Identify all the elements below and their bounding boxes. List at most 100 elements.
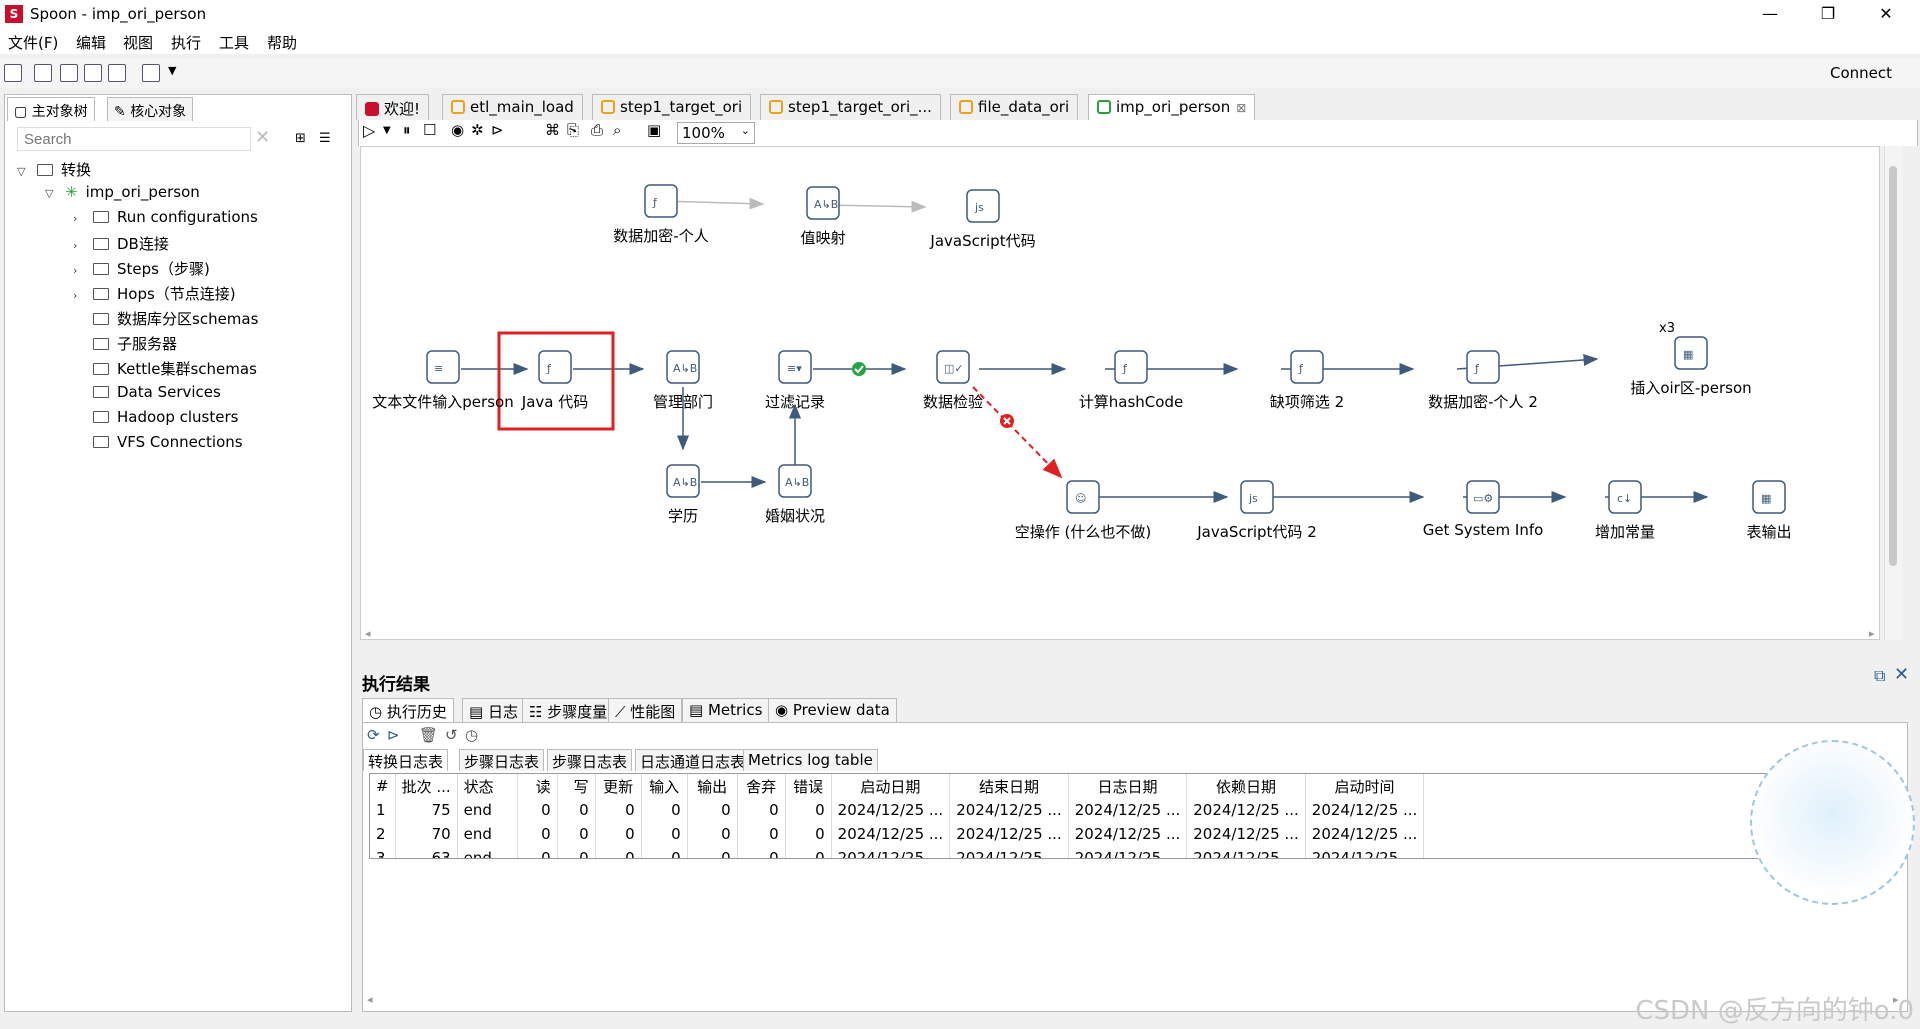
column-header[interactable]: 启动日期	[831, 774, 951, 798]
run-icon[interactable]: ▷	[363, 121, 375, 140]
subtab-step-log-2[interactable]: 步骤日志表	[547, 749, 633, 771]
column-header[interactable]: 舍弃	[737, 774, 786, 798]
tab-welcome[interactable]: 欢迎!	[356, 94, 430, 120]
column-header[interactable]: 输入	[641, 774, 688, 798]
hop-line[interactable]	[662, 197, 765, 210]
column-header[interactable]: 更新	[595, 774, 642, 798]
tab-metrics[interactable]: ▤ Metrics	[682, 698, 770, 722]
maximize-panel-icon[interactable]: ⧉	[1874, 666, 1885, 686]
search-input[interactable]	[17, 127, 251, 151]
column-header[interactable]: 启动时间	[1305, 774, 1425, 798]
tab-perf-graph[interactable]: ⟋ 性能图	[608, 698, 683, 722]
zoom-select[interactable]: 100% ⌄	[677, 122, 755, 144]
hop-line[interactable]	[824, 200, 927, 213]
column-header[interactable]: 批次 ...	[395, 774, 458, 798]
transformation-canvas[interactable]: ƒ A↳B js ≡ ƒ A↳B ≡▾ ◫✓ ƒ ƒ ƒ ▦ A↳B A↳B ☺…	[360, 146, 1880, 640]
script-step-icon[interactable]	[1290, 350, 1324, 384]
tab-main-tree[interactable]: ▢ 主对象树	[7, 97, 95, 121]
column-header[interactable]: 日志日期	[1068, 774, 1188, 798]
collapse-all-icon[interactable]: ☰	[319, 131, 331, 146]
tree-item-hadoop[interactable]: Hadoop clusters	[73, 408, 238, 430]
tab-etl-main-load[interactable]: etl_main_load	[442, 94, 583, 120]
tree-item-cluster[interactable]: Kettle集群schemas	[73, 358, 257, 380]
error-hop-line[interactable]	[972, 386, 1063, 479]
run-dropdown-icon[interactable]: ▼	[383, 125, 391, 136]
refresh-icon[interactable]: ⟳	[367, 726, 380, 744]
tab-file-data-ori[interactable]: file_data_ori	[950, 94, 1079, 120]
scroll-left-icon[interactable]: ◂	[365, 627, 371, 640]
minimize-button[interactable]: —	[1750, 2, 1790, 26]
preview-icon[interactable]: ◉	[451, 121, 464, 139]
tab-exec-history[interactable]: ◷ 执行历史	[362, 698, 454, 722]
tab-imp-ori-person[interactable]: imp_ori_person ⊠	[1088, 94, 1256, 120]
layers-icon[interactable]	[142, 64, 160, 82]
scroll-right-icon[interactable]: ▸	[1869, 627, 1875, 640]
menu-edit[interactable]: 编辑	[76, 32, 106, 53]
undo-icon[interactable]: ↺	[445, 726, 458, 744]
column-header[interactable]: 依赖日期	[1186, 774, 1306, 798]
replay-icon[interactable]: ⊳	[491, 121, 504, 139]
java-code-icon[interactable]	[538, 350, 572, 384]
save-icon[interactable]	[84, 64, 102, 82]
tree-item-data-services[interactable]: Data Services	[73, 383, 221, 405]
close-tab-icon[interactable]: ⊠	[1236, 101, 1246, 115]
replay-icon[interactable]: ⊳	[387, 726, 400, 744]
tab-step1-target-ori-2[interactable]: step1_target_ori_...	[760, 94, 941, 120]
table-row[interactable]: 1 75 end 0 0 0 0 0 0 0 2024/12/25 ... 20…	[370, 798, 1425, 822]
scroll-left-icon[interactable]: ◂	[367, 993, 373, 1006]
table-row[interactable]: 2 70 end 0 0 0 0 0 0 0 2024/12/25 ... 20…	[370, 822, 1425, 846]
tab-preview-data[interactable]: ◉ Preview data	[768, 698, 897, 722]
clock-icon[interactable]: ◷	[465, 726, 478, 744]
subtab-step-log[interactable]: 步骤日志表	[459, 749, 545, 771]
canvas-scrollbar[interactable]	[1884, 146, 1902, 640]
scrollbar-thumb[interactable]	[1889, 166, 1897, 566]
save-as-icon[interactable]	[108, 64, 126, 82]
table-row[interactable]: 3 63 end 0 0 0 0 0 0 0 2024/12/25 ... 20…	[370, 846, 1425, 858]
maximize-button[interactable]: ❐	[1808, 2, 1848, 26]
tree-item-run-configurations[interactable]: › Run configurations	[73, 208, 258, 230]
subtab-metrics-log[interactable]: Metrics log table	[743, 749, 878, 771]
explore-repo-icon[interactable]	[60, 64, 78, 82]
open-file-icon[interactable]	[34, 64, 52, 82]
column-header[interactable]: 输出	[687, 774, 738, 798]
column-header[interactable]: 错误	[785, 774, 832, 798]
menu-run[interactable]: 执行	[171, 32, 201, 53]
script-step-icon[interactable]	[1466, 350, 1500, 384]
menu-help[interactable]: 帮助	[267, 32, 297, 53]
column-header[interactable]: #	[370, 774, 396, 798]
sql-icon[interactable]: ⎙	[591, 121, 603, 139]
tab-log[interactable]: ▤ 日志	[462, 698, 525, 722]
subtab-trans-log[interactable]: 转换日志表	[363, 749, 449, 771]
column-header[interactable]: 读	[517, 774, 558, 798]
tree-item-db[interactable]: › DB连接	[73, 233, 169, 255]
menu-file[interactable]: 文件(F)	[8, 32, 58, 53]
pause-icon[interactable]: ⏸	[403, 121, 411, 139]
close-panel-icon[interactable]: ✕	[1894, 664, 1909, 685]
script-step-icon[interactable]	[644, 184, 678, 218]
tab-core-objects[interactable]: ✎ 核心对象	[107, 97, 194, 121]
tree-transform[interactable]: ▽ ✳ imp_ori_person	[45, 183, 200, 205]
new-file-icon[interactable]	[4, 64, 22, 82]
connect-button[interactable]: Connect	[1830, 64, 1892, 82]
tree-item-slave[interactable]: 子服务器	[73, 333, 177, 355]
tree-item-hops[interactable]: › Hops（节点连接)	[73, 283, 236, 305]
impact-icon[interactable]: ⎘	[567, 121, 579, 139]
layers-dropdown-icon[interactable]: ▼	[168, 64, 176, 77]
menu-view[interactable]: 视图	[123, 32, 153, 53]
tree-item-partition[interactable]: 数据库分区schemas	[73, 308, 258, 330]
column-header[interactable]: 结束日期	[949, 774, 1069, 798]
column-header[interactable]: 写	[557, 774, 596, 798]
script-step-icon[interactable]	[1114, 350, 1148, 384]
close-button[interactable]: ✕	[1866, 2, 1906, 26]
verify-icon[interactable]: ⌘	[545, 121, 560, 139]
stop-icon[interactable]: ☐	[423, 121, 436, 139]
trash-icon[interactable]: 🗑	[419, 726, 438, 744]
tree-item-vfs[interactable]: VFS Connections	[73, 433, 243, 455]
menu-tools[interactable]: 工具	[219, 32, 249, 53]
tree-item-steps[interactable]: › Steps（步骤)	[73, 258, 210, 280]
expand-all-icon[interactable]: ⊞	[295, 131, 306, 146]
subtab-channel-log[interactable]: 日志通道日志表	[635, 749, 751, 771]
column-header[interactable]: 状态	[457, 774, 518, 798]
clear-search-icon[interactable]: ✕	[255, 127, 270, 148]
debug-icon[interactable]: ✲	[471, 121, 484, 139]
